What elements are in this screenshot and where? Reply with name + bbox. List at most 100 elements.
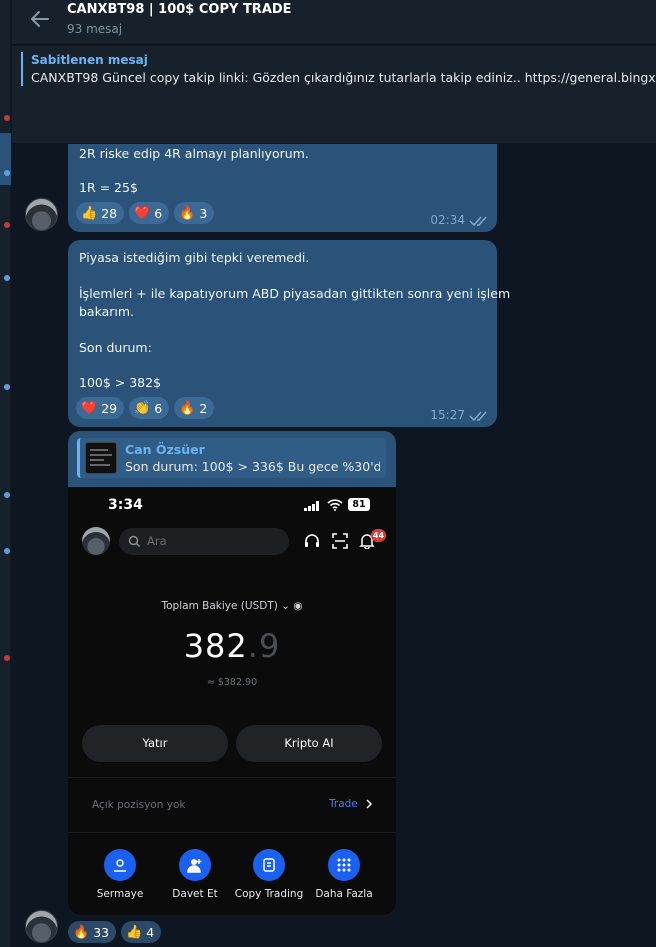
action-label: Davet Et: [172, 888, 218, 900]
balance-value: 382.9: [68, 627, 396, 665]
action-more: Daha Fazla: [309, 849, 379, 900]
message-line: 2R riske edip 4R almayı planlıyorum.: [79, 146, 309, 161]
reaction-chip[interactable]: ❤️ 6: [129, 202, 170, 224]
unread-dot: [4, 492, 10, 498]
reaction-count: 28: [101, 205, 118, 221]
reaction-count: 6: [154, 205, 163, 221]
thumbs-up-icon: 👍: [126, 924, 143, 940]
reaction-chip[interactable]: 🔥 3: [174, 202, 215, 224]
no-position-text: Açık pozisyon yok: [92, 799, 186, 811]
balance-decimal: .9: [247, 627, 281, 665]
read-ticks-icon: [469, 216, 487, 227]
balance-label-text: Toplam Bakiye (USDT): [161, 600, 278, 612]
read-ticks-icon: [469, 411, 487, 422]
reaction-chip[interactable]: 🔥 33: [68, 921, 117, 943]
action-label: Sermaye: [96, 888, 144, 900]
unread-dot: [4, 170, 10, 176]
action-invite: Davet Et: [160, 849, 230, 900]
fire-icon: 🔥: [179, 205, 196, 221]
chat-list-rail[interactable]: [0, 0, 11, 947]
heart-icon: ❤️: [134, 205, 151, 221]
chevron-right-icon: [366, 799, 373, 809]
message-line: 100$ > 382$: [79, 375, 162, 390]
balance-label: Toplam Bakiye (USDT) ⌄ ◉: [68, 600, 396, 612]
reaction-count: 4: [146, 924, 155, 940]
reaction-count: 3: [199, 205, 208, 221]
signal-icon: [304, 501, 319, 511]
selected-chat-indicator: [0, 133, 11, 185]
message-line: İşlemleri + ile kapatıyorum ABD piyasada…: [79, 286, 511, 301]
deposit-button: Yatır: [82, 725, 228, 762]
divider: [68, 832, 396, 833]
battery-icon: 81: [348, 498, 370, 511]
balance-integer: 382: [183, 627, 248, 665]
fire-icon: 🔥: [73, 924, 90, 940]
search-input: Ara: [119, 528, 289, 555]
unread-dot: [4, 115, 10, 121]
back-arrow-icon[interactable]: [28, 8, 52, 30]
crypto-ai-button: Kripto AI: [236, 725, 382, 762]
avatar[interactable]: [25, 910, 58, 943]
action-label: Copy Trading: [234, 888, 304, 900]
phone-clock: 3:34: [108, 497, 143, 513]
unread-dot: [4, 655, 10, 661]
reaction-chip[interactable]: ❤️ 29: [76, 397, 125, 419]
chat-header[interactable]: CANXBT98 | 100$ COPY TRADE 93 mesaj: [12, 0, 656, 45]
chevron-down-icon: ⌄: [281, 600, 290, 612]
reaction-count: 29: [101, 400, 118, 416]
reaction-chip[interactable]: 👍 28: [76, 202, 125, 224]
message-count: 93 mesaj: [67, 22, 123, 36]
scan-icon: [332, 533, 348, 549]
action-label: Daha Fazla: [315, 888, 373, 900]
message-line: Piyasa istediğim gibi tepki veremedi.: [79, 250, 310, 265]
pinned-text: CANXBT98 Güncel copy takip linki: Gözden…: [31, 70, 656, 85]
profile-avatar: [82, 527, 110, 555]
message-line: 1R = 25$: [79, 180, 138, 195]
copy-trading-icon: [253, 849, 285, 881]
invite-user-icon: [179, 849, 211, 881]
pinned-title: Sabitlenen mesaj: [31, 53, 148, 67]
search-icon: [128, 535, 141, 548]
search-placeholder: Ara: [147, 534, 167, 548]
message-time: 15:27: [430, 408, 465, 422]
clap-icon: 👏: [134, 400, 151, 416]
eye-icon: ◉: [293, 600, 303, 612]
fire-icon: 🔥: [179, 400, 196, 416]
action-capital: Sermaye: [85, 849, 155, 900]
unread-dot: [4, 548, 10, 554]
reply-text: Son durum: 100$ > 336$ Bu gece %30'da...: [125, 459, 380, 474]
pinned-indicator: [21, 52, 23, 86]
divider: [68, 777, 396, 778]
message-line: Son durum:: [79, 340, 152, 355]
screenshot-image[interactable]: 3:34 81 Ara 44 Toplam Bakiye (USDT) ⌄ ◉ …: [68, 487, 396, 915]
capital-icon: [104, 849, 136, 881]
reaction-chip[interactable]: 👏 6: [129, 397, 170, 419]
reaction-count: 6: [154, 400, 163, 416]
message-bubble[interactable]: Piyasa istediğim gibi tepki veremedi. İş…: [68, 240, 510, 427]
pinned-message-bar[interactable]: Sabitlenen mesaj CANXBT98 Güncel copy ta…: [12, 46, 656, 143]
reply-author: Can Özsüer: [125, 442, 205, 457]
message-bubble[interactable]: 2R riske edip 4R almayı planlıyorum. 1R …: [68, 144, 497, 232]
reaction-row: 🔥 33 👍 4: [68, 921, 162, 943]
heart-icon: ❤️: [81, 400, 98, 416]
trade-link: Trade: [329, 798, 358, 810]
thumbs-up-icon: 👍: [81, 205, 98, 221]
action-copy-trading: Copy Trading: [234, 849, 304, 900]
reply-quote[interactable]: Can Özsüer Son durum: 100$ > 336$ Bu gec…: [77, 438, 386, 478]
balance-usd: ≈ $382.90: [206, 677, 258, 688]
reaction-count: 33: [93, 924, 110, 940]
reaction-chip[interactable]: 🔥 2: [174, 397, 215, 419]
reaction-count: 2: [199, 400, 208, 416]
photo-message[interactable]: Can Özsüer Son durum: 100$ > 336$ Bu gec…: [68, 431, 396, 915]
reaction-row: ❤️ 29 👏 6 🔥 2: [76, 397, 215, 419]
unread-dot: [4, 275, 10, 281]
avatar[interactable]: [25, 198, 58, 231]
notification-badge: 44: [371, 529, 386, 542]
reaction-chip[interactable]: 👍 4: [121, 921, 162, 943]
unread-dot: [4, 384, 10, 390]
unread-dot: [4, 222, 10, 228]
reply-thumbnail: [85, 442, 117, 474]
chat-title[interactable]: CANXBT98 | 100$ COPY TRADE: [67, 2, 292, 17]
wifi-icon: [327, 499, 343, 511]
message-line: bakarım.: [79, 304, 135, 319]
